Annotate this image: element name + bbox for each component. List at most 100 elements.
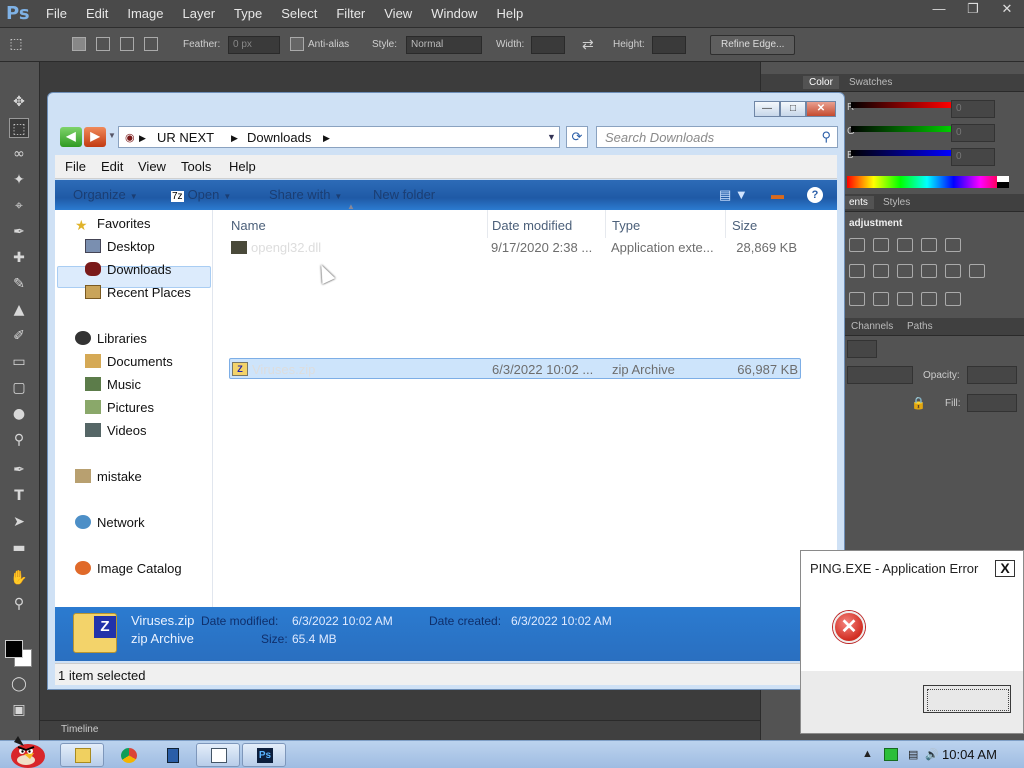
file-row-opengl32[interactable]: opengl32.dll 9/17/2020 2:38 ... Applicat…: [229, 237, 801, 258]
opacity-input[interactable]: [967, 366, 1017, 384]
share-with-button[interactable]: Share with ▼: [269, 187, 342, 202]
tab-styles[interactable]: Styles: [877, 196, 916, 209]
recent-pages-chevron-icon[interactable]: ▼: [108, 131, 116, 140]
blue-value-input[interactable]: 0: [951, 148, 995, 166]
dodge-tool-icon[interactable]: ⚲: [9, 430, 29, 450]
screen-mode-icon[interactable]: ▣: [9, 700, 29, 720]
ps-menu-help[interactable]: Help: [496, 6, 523, 21]
angry-bird-start-icon[interactable]: [4, 732, 48, 768]
brightness-icon[interactable]: [849, 238, 865, 252]
search-input[interactable]: [597, 127, 807, 147]
nav-downloads[interactable]: Downloads: [85, 262, 171, 277]
chevron-right-icon[interactable]: ▶: [323, 133, 330, 144]
taskbar-explorer[interactable]: [60, 743, 104, 767]
green-value-input[interactable]: 0: [951, 124, 995, 142]
address-bar[interactable]: ◉ ▶ UR NEXT ▶ Downloads ▶ ▼: [118, 126, 560, 148]
taskbar-window[interactable]: [196, 743, 240, 767]
tab-color[interactable]: Color: [803, 76, 839, 89]
ps-menu-filter[interactable]: Filter: [336, 6, 365, 21]
history-brush-tool-icon[interactable]: ✐: [9, 326, 29, 346]
menu-file[interactable]: File: [65, 159, 86, 174]
subtract-selection-icon[interactable]: [120, 37, 134, 51]
pen-tool-icon[interactable]: ✒: [9, 460, 29, 480]
selective-color-icon[interactable]: [921, 292, 937, 306]
column-separator[interactable]: [725, 210, 726, 238]
ps-menu-type[interactable]: Type: [234, 6, 262, 21]
tab-adjustments[interactable]: ents: [843, 196, 874, 209]
nav-libraries[interactable]: Libraries: [75, 331, 147, 346]
new-folder-button[interactable]: New folder: [373, 187, 435, 202]
foreground-color-swatch[interactable]: [5, 640, 23, 658]
fill-input[interactable]: [967, 394, 1017, 412]
eyedropper-tool-icon[interactable]: ✒: [9, 222, 29, 242]
nav-mistake[interactable]: mistake: [75, 469, 142, 484]
column-separator[interactable]: [605, 210, 606, 238]
eraser-tool-icon[interactable]: ▭: [9, 352, 29, 372]
marquee-preset-icon[interactable]: ⬚: [6, 34, 26, 54]
nav-pictures[interactable]: Pictures: [85, 400, 154, 415]
menu-edit[interactable]: Edit: [101, 159, 123, 174]
move-tool-icon[interactable]: ✥: [9, 92, 29, 112]
taskbar-photoshop[interactable]: Ps: [242, 743, 286, 767]
gradient-tool-icon[interactable]: ▢: [9, 378, 29, 398]
height-input[interactable]: [652, 36, 686, 54]
taskbar-app[interactable]: [150, 743, 194, 767]
chevron-right-icon[interactable]: ▶: [139, 133, 146, 144]
channel-mixer-icon[interactable]: [945, 264, 961, 278]
blend-mode-select[interactable]: [847, 366, 913, 384]
tab-paths[interactable]: Paths: [901, 320, 939, 333]
restore-icon[interactable]: ❐: [956, 0, 990, 20]
feather-input[interactable]: 0 px: [228, 36, 280, 54]
lock-icon[interactable]: 🔒: [911, 396, 926, 410]
column-separator[interactable]: [487, 210, 488, 238]
network-tray-icon[interactable]: ▤: [908, 748, 922, 761]
search-icon[interactable]: ⚲: [821, 129, 831, 145]
type-tool-icon[interactable]: T: [9, 486, 29, 506]
close-icon[interactable]: ✕: [806, 101, 836, 117]
preview-pane-icon[interactable]: ▬: [771, 187, 784, 202]
error-dialog-titlebar[interactable]: PING.EXE - Application Error X: [801, 551, 1023, 583]
nav-network[interactable]: Network: [75, 515, 145, 530]
nav-videos[interactable]: Videos: [85, 423, 147, 438]
ps-menu-edit[interactable]: Edit: [86, 6, 108, 21]
breadcrumb-ur-next[interactable]: UR NEXT: [157, 130, 214, 145]
brush-tool-icon[interactable]: ✎: [9, 274, 29, 294]
close-icon[interactable]: ✕: [990, 0, 1024, 20]
invert-icon[interactable]: [849, 292, 865, 306]
zoom-tool-icon[interactable]: ⚲: [9, 594, 29, 614]
color-spectrum[interactable]: [847, 176, 1007, 188]
file-row-viruses-zip[interactable]: Z Viruses.zip 6/3/2022 10:02 ... zip Arc…: [229, 358, 801, 379]
healing-brush-tool-icon[interactable]: ✚: [9, 248, 29, 268]
lasso-tool-icon[interactable]: ∞: [9, 144, 29, 164]
rectangle-shape-tool-icon[interactable]: ▬: [9, 538, 29, 558]
hue-sat-icon[interactable]: [849, 264, 865, 278]
intersect-selection-icon[interactable]: [144, 37, 158, 51]
add-selection-icon[interactable]: [96, 37, 110, 51]
color-lookup-icon[interactable]: [969, 264, 985, 278]
error-close-button[interactable]: X: [995, 560, 1015, 577]
new-selection-icon[interactable]: [72, 37, 86, 51]
antialias-checkbox[interactable]: [290, 37, 304, 51]
nav-music[interactable]: Music: [85, 377, 141, 392]
nav-image-catalog[interactable]: Image Catalog: [75, 561, 182, 576]
ps-menu-window[interactable]: Window: [431, 6, 477, 21]
chevron-right-icon[interactable]: ▶: [231, 133, 238, 144]
taskbar-chrome[interactable]: [106, 743, 150, 767]
crop-tool-icon[interactable]: ⌖: [9, 196, 29, 216]
ps-menu-layer[interactable]: Layer: [183, 6, 216, 21]
maximize-icon[interactable]: □: [780, 101, 806, 117]
minimize-icon[interactable]: —: [922, 0, 956, 20]
hand-tool-icon[interactable]: ✋: [9, 568, 29, 588]
refine-edge-button[interactable]: Refine Edge...: [710, 35, 796, 55]
menu-view[interactable]: View: [138, 159, 166, 174]
menu-tools[interactable]: Tools: [181, 159, 211, 174]
nav-favorites[interactable]: ★ Favorites: [75, 216, 150, 233]
organize-button[interactable]: Organize ▼: [73, 187, 138, 202]
green-slider[interactable]: [851, 126, 951, 132]
battery-icon[interactable]: [884, 748, 898, 761]
nav-desktop[interactable]: Desktop: [85, 239, 155, 254]
breadcrumb-downloads[interactable]: Downloads: [247, 130, 311, 145]
curves-icon[interactable]: [897, 238, 913, 252]
rect-marquee-tool-icon[interactable]: ⬚: [9, 118, 29, 138]
quick-select-tool-icon[interactable]: ✦: [9, 170, 29, 190]
